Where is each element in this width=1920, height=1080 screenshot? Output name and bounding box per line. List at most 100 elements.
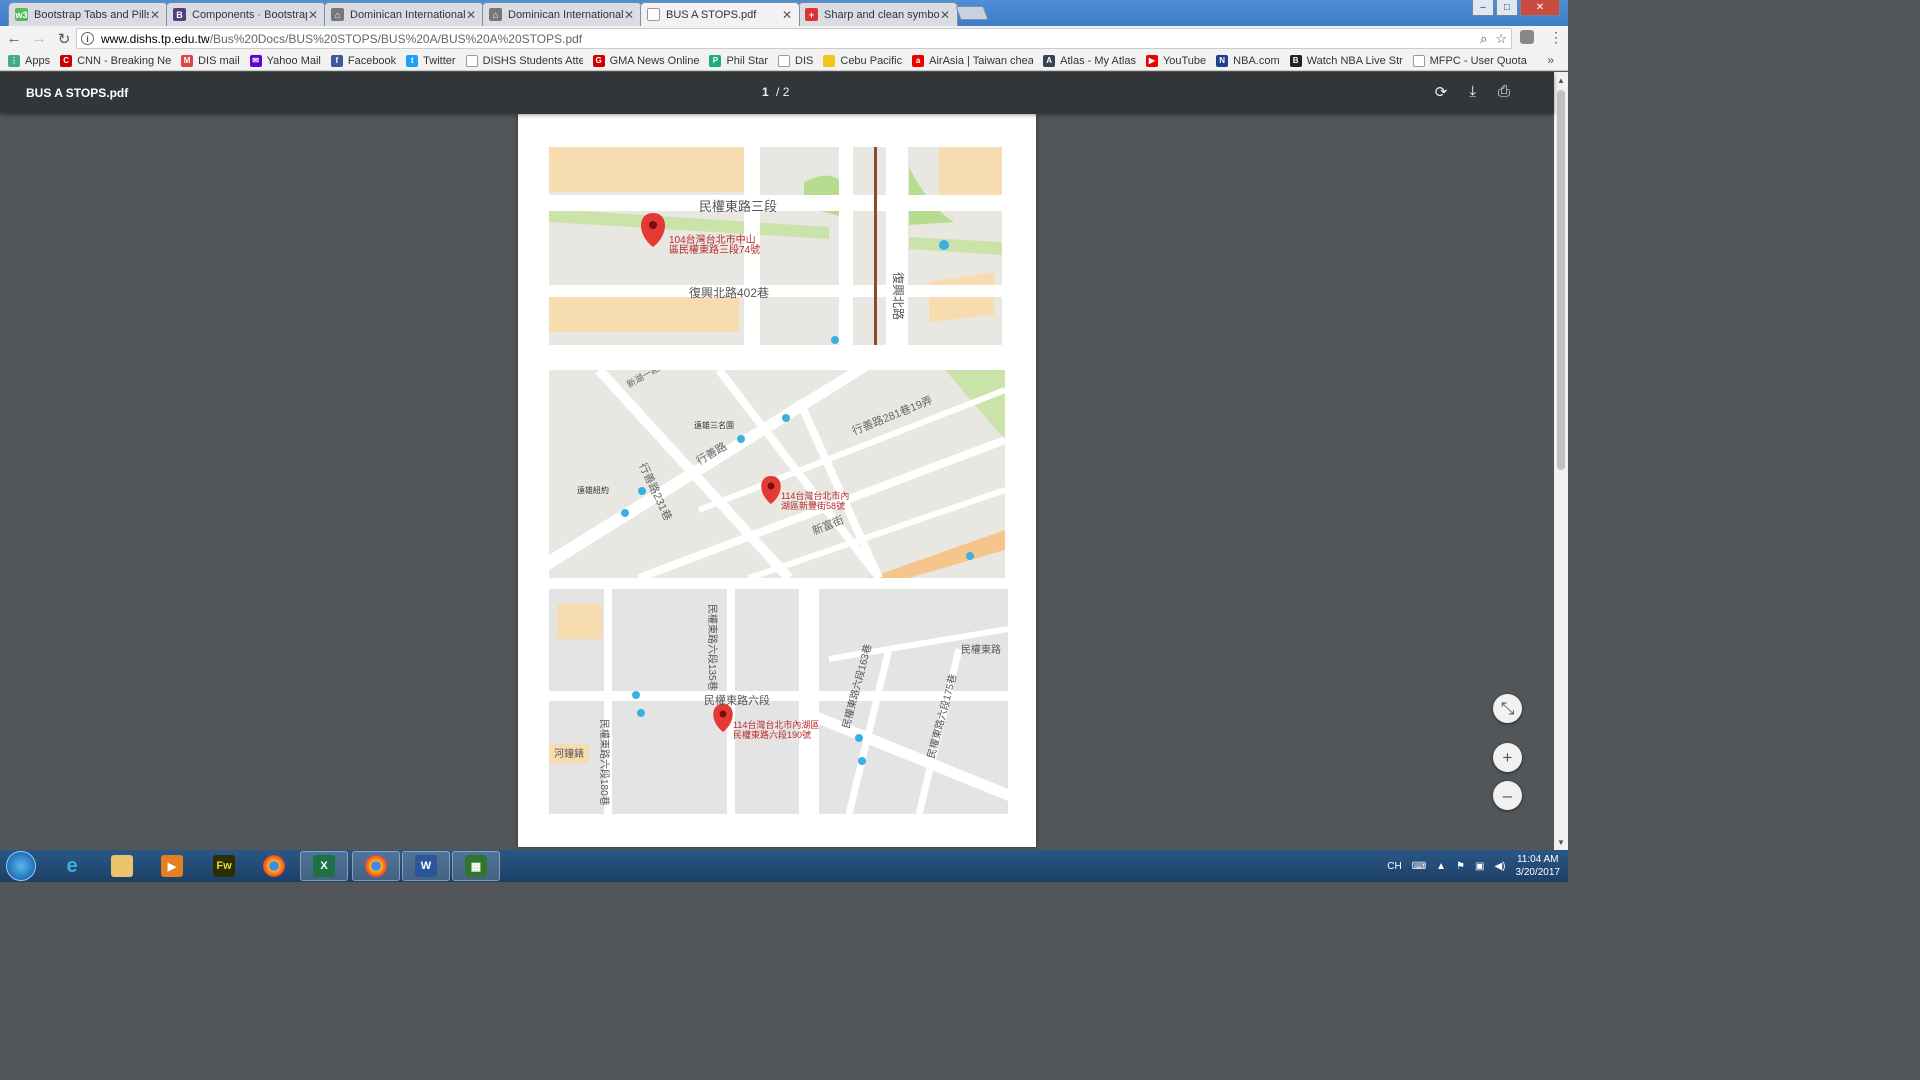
project-icon[interactable]: ▦ (452, 851, 500, 881)
bookmark-label: GMA News Online (609, 54, 700, 67)
zoom-magnifier-icon[interactable]: ⌕ (1480, 31, 1487, 47)
bookmark-dis-mail[interactable]: M DIS mail (181, 54, 240, 67)
bookmark-dis[interactable]: DIS (778, 54, 813, 67)
scroll-thumb[interactable] (1557, 90, 1565, 470)
philstar-icon: P (709, 54, 722, 67)
bookmark-mfpc[interactable]: MFPC - User Quota M (1412, 54, 1528, 67)
info-icon[interactable]: i (81, 32, 94, 45)
nba-icon: N (1216, 54, 1229, 67)
w3schools-icon: w3 (15, 8, 28, 21)
keyboard-icon[interactable]: ⌨ (1412, 861, 1426, 872)
bookmark-atlas[interactable]: A Atlas - My Atlas (1043, 54, 1136, 67)
close-icon[interactable]: ✕ (781, 8, 793, 22)
tab-dominican-2[interactable]: ⌂ Dominican International ✕ (482, 2, 642, 26)
page-icon (1412, 54, 1425, 67)
address-bar[interactable]: i www.dishs.tp.edu.tw/Bus%20Docs/BUS%20S… (76, 28, 1512, 49)
forward-icon[interactable]: → (28, 28, 50, 50)
youtube-icon: ▶ (1145, 54, 1158, 67)
scroll-up-icon[interactable]: ▲ (1557, 76, 1565, 85)
language-indicator[interactable]: CH (1387, 861, 1401, 872)
volume-icon[interactable]: ◀) (1494, 861, 1505, 872)
fireworks-icon[interactable]: Fw (200, 851, 248, 881)
start-button[interactable] (6, 851, 36, 881)
tab-bus-a-stops[interactable]: BUS A STOPS.pdf ✕ (640, 2, 800, 26)
scroll-down-icon[interactable]: ▼ (1557, 838, 1565, 847)
clock[interactable]: 11:04 AM 3/20/2017 (1516, 853, 1561, 879)
bookmark-facebook[interactable]: f Facebook (330, 54, 396, 67)
tab-bootstrap-components[interactable]: B Components · Bootstrap ✕ (166, 2, 326, 26)
address-label: 湖區新豐街58號 (781, 500, 845, 511)
street-label: 民權東路六段135巷 (706, 604, 719, 691)
twitter-icon: t (406, 54, 419, 67)
fit-to-page-button[interactable]: ⤡ (1493, 694, 1522, 723)
bookmark-cnn[interactable]: C CNN - Breaking News (60, 54, 171, 67)
menu-icon[interactable]: ⋮ (1549, 29, 1563, 46)
media-player-icon[interactable]: ▶ (148, 851, 196, 881)
place-label: 河鐘錶 (554, 747, 584, 760)
bookmark-airasia[interactable]: a AirAsia | Taiwan chea (912, 54, 1033, 67)
bookmark-label: DIS mail (198, 54, 240, 67)
minimize-button[interactable]: – (1472, 0, 1494, 16)
extension-icon[interactable] (1520, 30, 1534, 44)
tab-dominican-1[interactable]: ⌂ Dominican International ✕ (324, 2, 484, 26)
zoom-in-button[interactable]: + (1493, 743, 1522, 772)
page-icon (465, 54, 478, 67)
tab-sharp-symbols[interactable]: + Sharp and clean symbols ✕ (798, 2, 958, 26)
map-stop-2: 行善路231巷 行善路 行善路281巷19弄 新富街 新湖一路 遠雄三名園 遠雄… (549, 370, 1005, 578)
pdf-viewport[interactable]: 民權東路三段 復興北路402巷 復興北路 104台灣台北市中山 區民權東路三段7… (0, 113, 1554, 850)
tab-title: Dominican International (508, 8, 623, 21)
url-host: www.dishs.tp.edu.tw (101, 31, 210, 46)
bookmark-label: Twitter (423, 54, 456, 67)
flag-icon: + (805, 8, 818, 21)
network-icon[interactable]: ▣ (1475, 861, 1484, 872)
vertical-scrollbar[interactable]: ▲ ▼ (1554, 72, 1568, 850)
bookmark-cebu-pacific[interactable]: Cebu Pacific (823, 54, 902, 67)
bookmark-star-icon[interactable]: ☆ (1495, 31, 1507, 47)
bookmark-dishs-students[interactable]: DISHS Students Atten (465, 54, 583, 67)
bookmarks-overflow-icon[interactable]: » (1547, 53, 1554, 67)
chrome-icon[interactable] (352, 851, 400, 881)
bookmark-apps[interactable]: ⋮ Apps (8, 54, 50, 67)
street-label: 民權東路六段 (704, 693, 770, 707)
pdf-toolbar: BUS A STOPS.pdf 1 / 2 ⟳ ⤓ ⎙ (0, 72, 1554, 113)
rotate-icon[interactable]: ⟳ (1435, 83, 1448, 101)
system-tray: CH ⌨ ▲ ⚑ ▣ ◀) 11:04 AM 3/20/2017 (1387, 850, 1560, 882)
close-window-button[interactable]: ✕ (1520, 0, 1560, 16)
close-icon[interactable]: ✕ (307, 8, 319, 22)
tab-bootstrap-tabs[interactable]: w3 Bootstrap Tabs and Pills ✕ (8, 2, 168, 26)
bookmark-watch-nba[interactable]: B Watch NBA Live Strea (1289, 54, 1403, 67)
close-icon[interactable]: ✕ (939, 8, 951, 22)
cebu-pacific-icon (823, 54, 836, 67)
chrome-icon[interactable] (250, 851, 298, 881)
pdf-title: BUS A STOPS.pdf (26, 86, 129, 100)
bookmark-twitter[interactable]: t Twitter (406, 54, 456, 67)
excel-icon[interactable]: X (300, 851, 348, 881)
word-icon[interactable]: W (402, 851, 450, 881)
print-icon[interactable]: ⎙ (1498, 83, 1510, 101)
reload-icon[interactable]: ↻ (53, 28, 75, 50)
new-tab-button[interactable] (955, 6, 989, 20)
windows-taskbar: e ▶ Fw X W ▦ CH ⌨ ▲ ⚑ ▣ ◀) 11:04 AM 3/20… (0, 850, 1568, 882)
back-icon[interactable]: ← (3, 28, 25, 50)
bookmark-phil-star[interactable]: P Phil Star (709, 54, 768, 67)
close-icon[interactable]: ✕ (149, 8, 161, 22)
action-center-flag-icon[interactable]: ⚑ (1456, 861, 1465, 872)
file-explorer-icon[interactable] (98, 851, 146, 881)
bookmark-nba[interactable]: N NBA.com (1216, 54, 1280, 67)
show-hidden-icons-icon[interactable]: ▲ (1436, 861, 1446, 872)
close-icon[interactable]: ✕ (465, 8, 477, 22)
street-label: 民權東路 (961, 643, 1001, 656)
bookmark-youtube[interactable]: ▶ YouTube (1145, 54, 1206, 67)
place-label: 遠雄紐約 (577, 485, 609, 495)
airasia-icon: a (912, 54, 925, 67)
cnn-icon: C (60, 54, 73, 67)
bookmark-gma-news[interactable]: G GMA News Online (592, 54, 700, 67)
internet-explorer-icon[interactable]: e (48, 851, 96, 881)
map-stop-1: 民權東路三段 復興北路402巷 復興北路 104台灣台北市中山 區民權東路三段7… (549, 147, 1002, 345)
current-page-input[interactable]: 1 (762, 85, 769, 99)
bookmark-yahoo-mail[interactable]: ✉ Yahoo Mail (249, 54, 321, 67)
maximize-button[interactable]: □ (1496, 0, 1518, 16)
download-icon[interactable]: ⤓ (1469, 83, 1476, 101)
zoom-out-button[interactable]: – (1493, 781, 1522, 810)
close-icon[interactable]: ✕ (623, 8, 635, 22)
